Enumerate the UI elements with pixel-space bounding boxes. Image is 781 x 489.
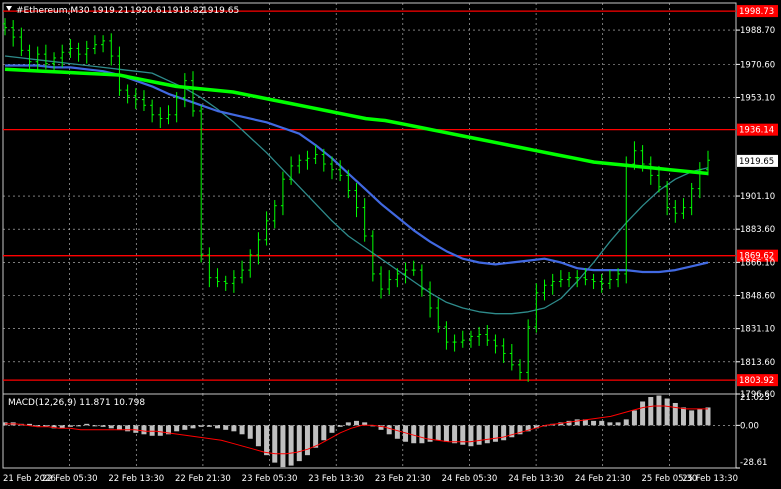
macd-histogram-bar <box>615 422 621 426</box>
macd-histogram-bar <box>76 425 82 427</box>
price-tick-label: 1813.60 <box>740 358 775 368</box>
macd-histogram-bar <box>705 407 711 426</box>
macd-histogram-bar <box>599 420 605 426</box>
macd-histogram-bar <box>247 425 253 439</box>
macd-histogram-bar <box>435 425 441 441</box>
symbol-label: #Ethereum,M30 <box>16 6 90 16</box>
macd-histogram-bar <box>296 425 302 462</box>
macd-histogram-bar <box>157 425 163 436</box>
macd-histogram-bar <box>501 425 507 441</box>
macd-histogram-bar <box>640 401 646 426</box>
time-tick-label: 23 Feb 21:30 <box>375 474 431 484</box>
ohlc-low: 1918.82 <box>167 6 204 16</box>
macd-histogram-bar <box>386 425 392 435</box>
macd-tick-label: -28.61 <box>740 458 767 468</box>
macd-histogram-bar <box>476 425 482 445</box>
macd-histogram-bar <box>484 425 490 444</box>
macd-histogram-bar <box>680 407 686 426</box>
time-tick-label: 25 Feb 13:30 <box>682 474 738 484</box>
macd-histogram-bar <box>255 425 261 447</box>
macd-histogram-bar <box>288 425 294 466</box>
macd-histogram-bar <box>697 408 703 426</box>
macd-histogram-bar <box>574 419 580 426</box>
time-tick-label: 22 Feb 05:30 <box>42 474 98 484</box>
macd-histogram-bar <box>648 397 654 426</box>
macd-histogram-bar <box>345 422 351 426</box>
macd-histogram-bar <box>239 425 245 435</box>
price-tick-label: 1848.60 <box>740 291 775 301</box>
time-tick-label: 24 Feb 13:30 <box>508 474 564 484</box>
time-tick-label: 24 Feb 21:30 <box>575 474 631 484</box>
macd-histogram-bar <box>337 425 343 427</box>
macd-histogram-bar <box>689 410 695 426</box>
macd-histogram-bar <box>149 425 155 436</box>
macd-histogram-bar <box>468 425 474 447</box>
macd-histogram-bar <box>198 425 204 427</box>
macd-histogram-bar <box>125 425 131 432</box>
time-tick-label: 23 Feb 05:30 <box>242 474 298 484</box>
macd-histogram-bar <box>313 425 319 448</box>
chart-header: #Ethereum,M30 1919.21 1920.61 1918.82 19… <box>6 6 239 16</box>
macd-histogram-bar <box>174 425 180 432</box>
price-tick-label: 1866.10 <box>740 258 775 268</box>
price-tick-label: 1901.10 <box>740 192 775 202</box>
price-tick-label: 1988.70 <box>740 26 775 36</box>
macd-histogram-bar <box>452 425 458 444</box>
macd-histogram-bar <box>182 425 188 430</box>
macd-histogram-bar <box>321 425 327 441</box>
price-tick-label: 1831.10 <box>740 325 775 335</box>
macd-histogram-bar <box>206 425 212 427</box>
macd-histogram-bar <box>394 425 400 439</box>
macd-histogram-bar <box>631 410 637 426</box>
macd-histogram-bar <box>656 395 662 426</box>
macd-histogram-bar <box>141 425 147 435</box>
time-tick-label: 22 Feb 13:30 <box>108 474 164 484</box>
macd-histogram-bar <box>215 425 221 429</box>
level-price-label: 1998.73 <box>739 7 774 17</box>
macd-histogram-bar <box>223 425 229 430</box>
macd-histogram-bar <box>272 425 278 463</box>
ohlc-close: 1919.65 <box>202 6 239 16</box>
macd-histogram-bar <box>116 425 122 430</box>
macd-histogram-bar <box>92 425 98 427</box>
time-tick-label: 24 Feb 05:30 <box>442 474 498 484</box>
macd-histogram-bar <box>108 425 114 429</box>
macd-histogram-bar <box>607 422 613 426</box>
time-tick-label: 23 Feb 13:30 <box>308 474 364 484</box>
price-tick-label: 1883.60 <box>740 225 775 235</box>
macd-histogram-bar <box>67 425 73 427</box>
macd-histogram-bar <box>329 425 335 433</box>
macd-histogram-bar <box>100 425 106 427</box>
ohlc-open: 1919.21 <box>92 6 129 16</box>
time-tick-label: 22 Feb 21:30 <box>175 474 231 484</box>
macd-histogram-bar <box>280 425 286 468</box>
macd-histogram-bar <box>264 425 270 456</box>
macd-histogram-bar <box>231 425 237 432</box>
trading-chart[interactable]: 1998.731936.141869.621803.921919.65 1988… <box>0 0 781 489</box>
macd-histogram-bar <box>84 423 90 426</box>
level-price-label: 1936.14 <box>739 126 774 136</box>
price-tick-label: 1970.60 <box>740 60 775 70</box>
macd-label: MACD(12,26,9) 11.871 10.798 <box>8 398 145 408</box>
macd-histogram-bar <box>591 420 597 426</box>
macd-histogram-bar <box>354 420 359 426</box>
macd-tick-label: 21.023 <box>740 393 770 403</box>
macd-histogram-bar <box>664 398 670 426</box>
price-tick-label: 1953.10 <box>740 94 775 104</box>
macd-histogram-bar <box>672 402 678 426</box>
macd-histogram-bar <box>492 425 498 442</box>
macd-histogram-bar <box>419 425 425 444</box>
macd-tick-label: 0.00 <box>740 421 759 431</box>
macd-histogram-bar <box>190 425 196 429</box>
level-price-label: 1803.92 <box>739 376 774 386</box>
ohlc-high: 1920.61 <box>130 6 167 16</box>
current-price-label: 1919.65 <box>739 157 774 167</box>
macd-histogram-bar <box>623 419 629 426</box>
macd-histogram-bar <box>304 425 310 456</box>
macd-histogram-bar <box>443 425 449 442</box>
macd-histogram-bar <box>133 425 139 433</box>
